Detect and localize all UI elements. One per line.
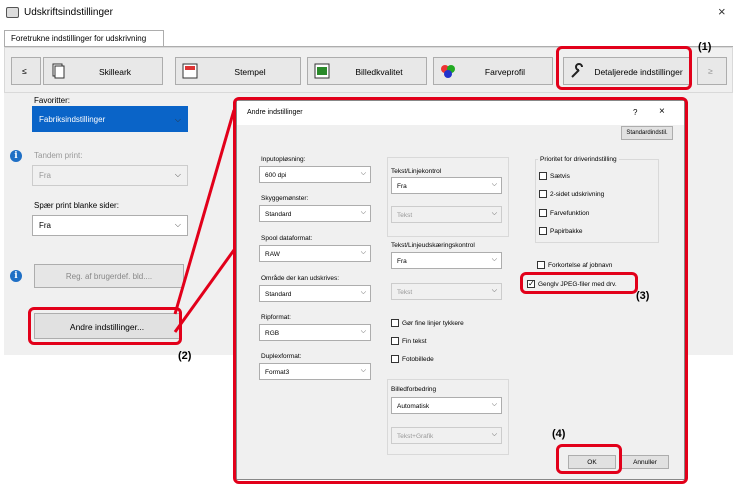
printer-icon (6, 7, 19, 18)
favorites-label: Favoritter: (34, 96, 71, 105)
toolbar-button-skilleark[interactable]: Skilleark (43, 57, 163, 85)
highlight-mirror-jpeg (520, 272, 638, 294)
color-profile-icon (441, 65, 455, 78)
info-icon: i (10, 270, 22, 282)
pages-icon (52, 63, 65, 79)
window-close-button[interactable]: × (718, 4, 726, 19)
callout-1: (1) (698, 41, 712, 53)
image-quality-icon (314, 63, 330, 79)
highlight-detailed-settings (556, 46, 692, 90)
info-icon: i (10, 150, 22, 162)
tab-preferences[interactable]: Foretrukne indstillinger for udskrivning (4, 30, 164, 47)
window-titlebar: Udskriftsindstillinger × (0, 0, 737, 26)
window-title: Udskriftsindstillinger (24, 7, 113, 18)
highlight-ok (556, 444, 622, 474)
connector-lines (173, 109, 236, 333)
stamp-icon (182, 63, 198, 79)
tandem-label: Tandem print: (34, 151, 83, 160)
scroll-right-button[interactable]: ≥ (697, 57, 727, 85)
callout-3: (3) (636, 290, 650, 302)
favorites-select[interactable]: Fabriksindstillinger ⌵ (32, 106, 188, 132)
reg-custom-button[interactable]: Reg. af brugerdef. bld.... (34, 264, 184, 288)
skip-blank-label: Spær print blanke sider: (34, 201, 119, 210)
toolbar-button-billedkvalitet[interactable]: Billedkvalitet (307, 57, 427, 85)
tandem-select[interactable]: Fra ⌵ (32, 165, 188, 186)
toolbar-button-farveprofil[interactable]: Farveprofil (433, 57, 553, 85)
callout-2: (2) (178, 350, 192, 362)
toolbar-button-stempel[interactable]: Stempel (175, 57, 301, 85)
scroll-left-button[interactable]: ≤ (11, 57, 41, 85)
tab-label: Foretrukne indstillinger for udskrivning (11, 34, 147, 43)
skip-blank-select[interactable]: Fra ⌵ (32, 215, 188, 236)
callout-4: (4) (552, 428, 566, 440)
highlight-other-settings (28, 307, 182, 345)
